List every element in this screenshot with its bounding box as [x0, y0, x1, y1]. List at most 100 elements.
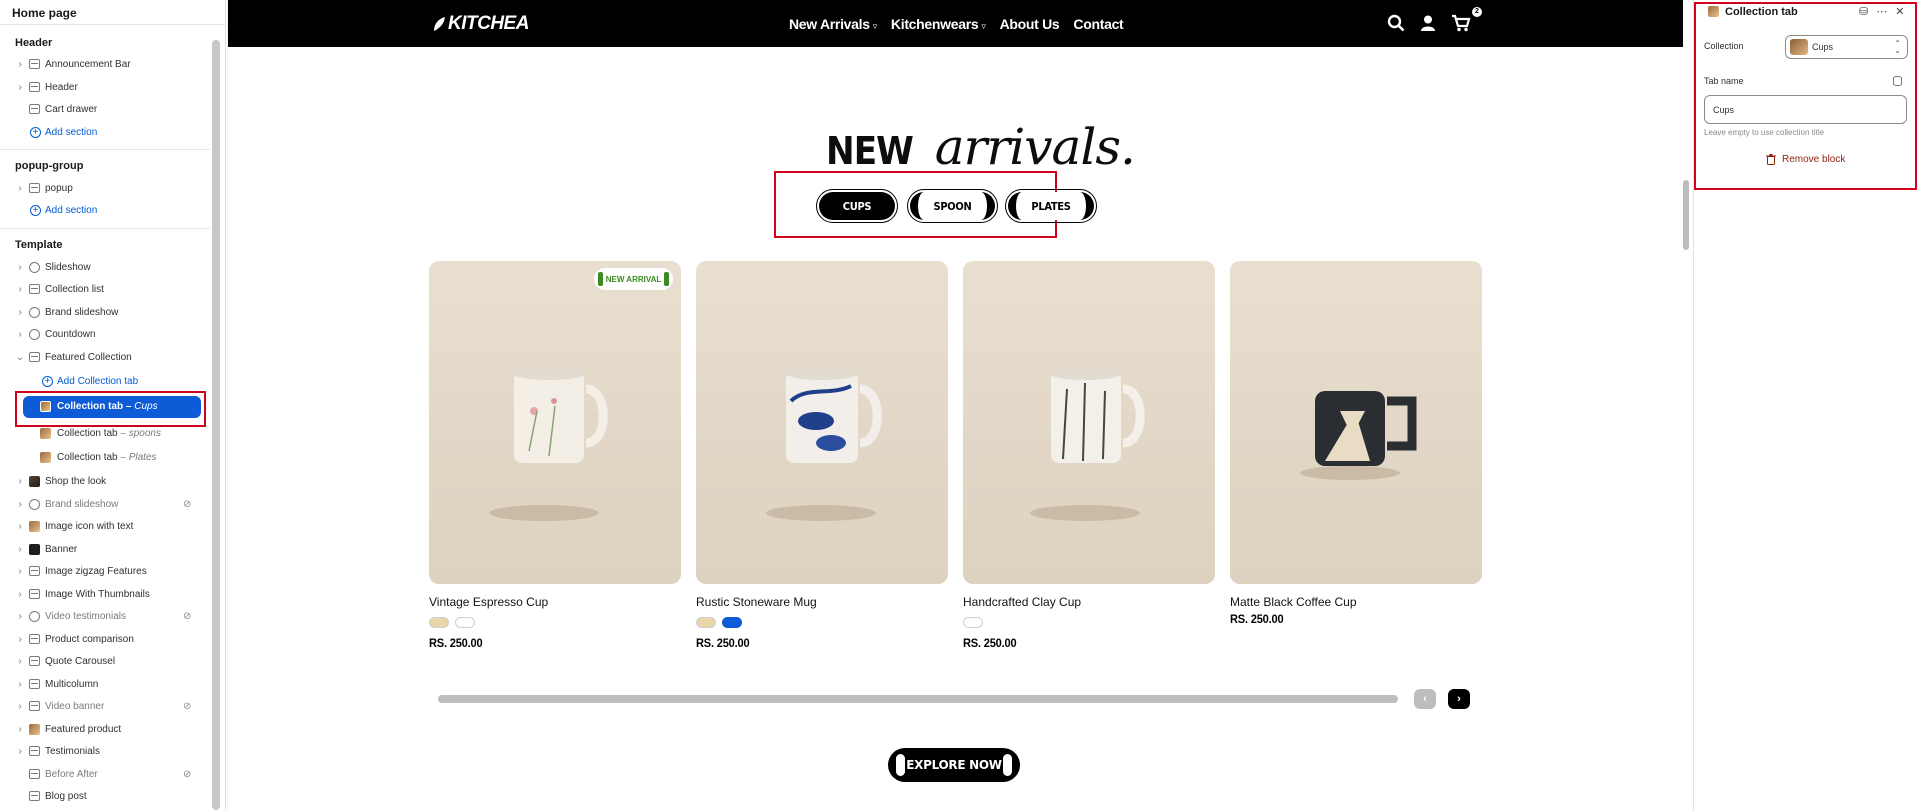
tab-spoon[interactable]: SPOON [907, 189, 998, 223]
store-logo[interactable]: KITCHEA [432, 10, 529, 38]
chevron-right-icon[interactable]: › [15, 278, 25, 300]
chevron-right-icon[interactable]: › [15, 301, 25, 323]
slideshow-icon [29, 256, 41, 278]
chevron-right-icon[interactable]: › [15, 53, 25, 75]
section-image-icon-with-text[interactable]: › Image icon with text [0, 515, 210, 537]
chevron-right-icon[interactable]: › [15, 673, 25, 695]
chevron-down-icon[interactable]: ⌄ [15, 346, 25, 368]
product-card[interactable]: Rustic Stoneware Mug RS. 250.00 [696, 261, 948, 650]
chevron-right-icon[interactable]: › [15, 605, 25, 627]
product-image[interactable]: NEW ARRIVAL [429, 261, 681, 584]
chevron-right-icon[interactable]: › [15, 515, 25, 537]
section-label: Slideshow [45, 261, 91, 273]
product-image[interactable] [696, 261, 948, 584]
section-image-with-thumbnails[interactable]: › Image With Thumbnails [0, 583, 210, 605]
chevron-right-icon[interactable]: › [15, 695, 25, 717]
slideshow-icon [29, 301, 41, 323]
product-name[interactable]: Rustic Stoneware Mug [696, 595, 948, 609]
heading-bold: NEW [826, 129, 914, 173]
account-icon[interactable] [1419, 14, 1437, 32]
swatch-white[interactable] [963, 617, 983, 628]
section-thumbnail-icon [29, 538, 41, 560]
section-testimonials[interactable]: › Testimonials [0, 740, 210, 762]
eye-off-icon[interactable]: ⊘ [183, 499, 191, 510]
explore-now-button[interactable]: EXPLORE NOW [888, 748, 1020, 782]
section-multicolumn[interactable]: › Multicolumn [0, 673, 210, 695]
blue-fish-mug-image [766, 366, 882, 521]
cart-icon[interactable] [1451, 14, 1471, 32]
section-video-banner[interactable]: › Video banner ⊘ [0, 695, 210, 717]
tab-cups[interactable]: CUPS [816, 189, 898, 223]
swatch-beige[interactable] [696, 617, 716, 628]
preview-scrollbar[interactable] [1683, 180, 1689, 250]
prev-arrow-button[interactable]: ‹ [1414, 689, 1436, 709]
product-card[interactable]: Matte Black Coffee Cup RS. 250.00 [1230, 261, 1482, 626]
swatch-white[interactable] [455, 617, 475, 628]
section-blog-post[interactable]: Blog post [0, 785, 210, 807]
section-brand-slideshow-hidden[interactable]: › Brand slideshow ⊘ [0, 493, 210, 515]
section-label: Header [45, 81, 78, 93]
section-announcement-bar[interactable]: › Announcement Bar [0, 53, 210, 75]
section-image-zigzag-features[interactable]: › Image zigzag Features [0, 560, 210, 582]
product-name[interactable]: Vintage Espresso Cup [429, 595, 681, 609]
product-name[interactable]: Matte Black Coffee Cup [1230, 595, 1482, 609]
section-brand-slideshow[interactable]: › Brand slideshow [0, 301, 210, 323]
tab-plates[interactable]: PLATES [1005, 189, 1097, 223]
product-price: RS. 250.00 [1230, 612, 1284, 626]
chevron-right-icon[interactable]: › [15, 76, 25, 98]
section-cart-drawer[interactable]: Cart drawer [0, 98, 210, 120]
block-collection-tab-plates[interactable]: Collection tab – Plates [0, 446, 210, 468]
product-scrollbar[interactable] [438, 695, 1398, 703]
section-collection-list[interactable]: › Collection list [0, 278, 210, 300]
eye-off-icon[interactable]: ⊘ [183, 701, 191, 712]
menu-item-kitchenwears[interactable]: Kitchenwears ▿ [891, 16, 986, 32]
chevron-right-icon[interactable]: › [15, 493, 25, 515]
section-slideshow[interactable]: › Slideshow [0, 256, 210, 278]
section-featured-collection[interactable]: ⌄ Featured Collection [0, 346, 210, 368]
section-banner[interactable]: › Banner [0, 538, 210, 560]
product-card[interactable]: NEW ARRIVAL Vintage Espresso Cup RS. 250… [429, 261, 681, 650]
section-thumbnail-icon [29, 470, 41, 492]
chevron-right-icon[interactable]: › [15, 740, 25, 762]
product-card[interactable]: Handcrafted Clay Cup RS. 250.00 [963, 261, 1215, 650]
chevron-right-icon[interactable]: › [15, 560, 25, 582]
add-section-popup-button[interactable]: + Add section [0, 199, 210, 221]
section-quote-carousel[interactable]: › Quote Carousel [0, 650, 210, 672]
menu-item-about-us[interactable]: About Us [1000, 16, 1060, 32]
chevron-right-icon[interactable]: › [15, 650, 25, 672]
sections-sidebar: Home page Header › Announcement Bar › He… [0, 0, 226, 811]
add-collection-tab-button[interactable]: + Add Collection tab [0, 370, 210, 392]
section-shop-the-look[interactable]: › Shop the look [0, 470, 210, 492]
search-icon[interactable] [1387, 14, 1405, 32]
sidebar-scrollbar[interactable] [212, 40, 220, 810]
section-countdown[interactable]: › Countdown [0, 323, 210, 345]
chevron-right-icon[interactable]: › [15, 628, 25, 650]
testimonials-icon [29, 740, 41, 762]
chevron-right-icon[interactable]: › [15, 538, 25, 560]
block-collection-tab-spoons[interactable]: Collection tab – spoons [0, 422, 210, 444]
main-menu: New Arrivals ▿ Kitchenwears ▿ About Us Con… [789, 0, 1124, 47]
product-image[interactable] [963, 261, 1215, 584]
chevron-right-icon[interactable]: › [15, 323, 25, 345]
eye-off-icon[interactable]: ⊘ [183, 611, 191, 622]
next-arrow-button[interactable]: › [1448, 689, 1470, 709]
section-featured-product[interactable]: › Featured product [0, 718, 210, 740]
chevron-right-icon[interactable]: › [15, 256, 25, 278]
add-section-header-button[interactable]: + Add section [0, 121, 210, 143]
eye-off-icon[interactable]: ⊘ [183, 769, 191, 780]
menu-item-contact[interactable]: Contact [1073, 16, 1123, 32]
swatch-blue[interactable] [722, 617, 742, 628]
chevron-right-icon[interactable]: › [15, 583, 25, 605]
chevron-right-icon[interactable]: › [15, 470, 25, 492]
menu-item-new-arrivals[interactable]: New Arrivals ▿ [789, 16, 877, 32]
product-image[interactable] [1230, 261, 1482, 584]
section-product-comparison[interactable]: › Product comparison [0, 628, 210, 650]
section-popup[interactable]: › popup [0, 177, 210, 199]
section-before-after[interactable]: Before After ⊘ [0, 763, 210, 785]
swatch-beige[interactable] [429, 617, 449, 628]
product-name[interactable]: Handcrafted Clay Cup [963, 595, 1215, 609]
section-video-testimonials[interactable]: › Video testimonials ⊘ [0, 605, 210, 627]
chevron-right-icon[interactable]: › [15, 177, 25, 199]
section-header[interactable]: › Header [0, 76, 210, 98]
chevron-right-icon[interactable]: › [15, 718, 25, 740]
